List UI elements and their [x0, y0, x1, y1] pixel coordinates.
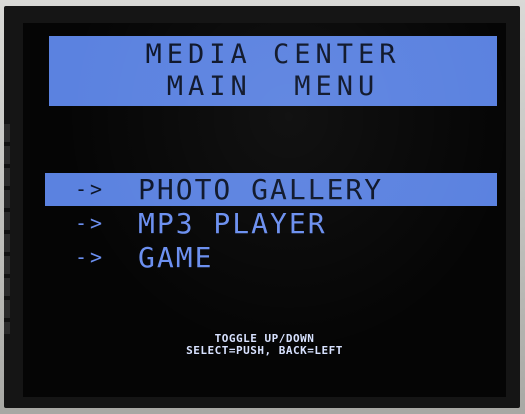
menu-item-mp3-player[interactable]: -> MP3 PLAYER: [45, 207, 497, 240]
hint-select-back: SELECT=PUSH, BACK=LEFT: [186, 344, 343, 357]
menu-item-label: GAME: [138, 241, 214, 274]
arrow-right-icon: ->: [75, 245, 106, 269]
menu-item-game[interactable]: -> GAME: [45, 241, 497, 274]
arrow-right-icon: ->: [75, 211, 106, 235]
arrow-right-icon: ->: [75, 177, 106, 201]
app-title: MEDIA CENTER: [145, 39, 401, 70]
menu-title: MAIN MENU: [166, 71, 380, 102]
menu-item-label: MP3 PLAYER: [138, 207, 327, 240]
title-banner: MEDIA CENTER MAIN MENU: [49, 36, 497, 106]
menu-item-photo-gallery[interactable]: -> PHOTO GALLERY: [45, 173, 497, 206]
menu-item-label: PHOTO GALLERY: [138, 173, 384, 206]
lcd-edge-connector: [4, 124, 10, 334]
lcd-screen: MEDIA CENTER MAIN MENU -> PHOTO GALLERY …: [23, 23, 506, 397]
display-glass: MEDIA CENTER MAIN MENU -> PHOTO GALLERY …: [4, 6, 520, 408]
